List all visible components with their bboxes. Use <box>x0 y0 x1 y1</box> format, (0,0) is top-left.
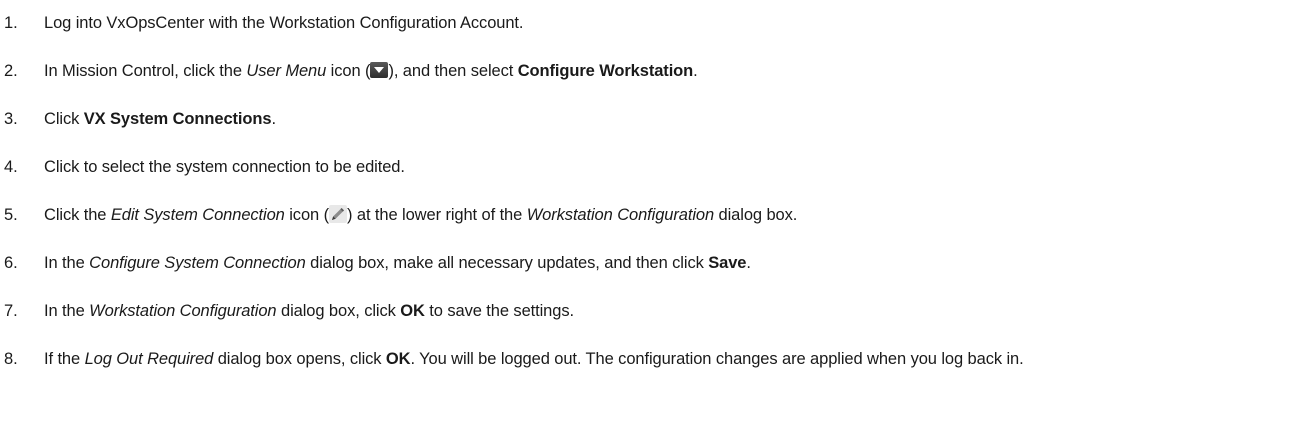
step-text: In the Configure System Connection dialo… <box>44 251 1309 275</box>
text-run: . <box>693 62 698 80</box>
text-run: to save the settings. <box>424 302 574 320</box>
step-text-content: Click to select the system connection to… <box>44 158 405 176</box>
step-text: In Mission Control, click the User Menu … <box>44 59 1309 83</box>
ui-term-edit-system-connection: Edit System Connection <box>110 206 285 224</box>
ui-term-workstation-configuration: Workstation Configuration <box>526 206 715 224</box>
text-run: . You will be logged out. The configurat… <box>410 350 1024 368</box>
text-run: In the <box>44 302 90 320</box>
text-run: In Mission Control, click the <box>44 62 247 80</box>
step-text: Click VX System Connections. <box>44 107 1309 131</box>
step-text: In the Workstation Configuration dialog … <box>44 299 1309 323</box>
step-number: 1. <box>4 14 18 32</box>
text-run: Click <box>44 110 84 128</box>
ui-term-ok: OK <box>400 302 425 320</box>
step-text-content: Log into VxOpsCenter with the Workstatio… <box>44 14 524 32</box>
step-text: Click the Edit System Connection icon ()… <box>44 203 1309 227</box>
text-run: dialog box opens, click <box>213 350 386 368</box>
step-number: 8. <box>4 350 18 368</box>
step-number: 3. <box>4 110 18 128</box>
text-run: In the <box>44 254 90 272</box>
text-run: Click the <box>44 206 111 224</box>
ui-term-ok: OK <box>385 350 411 368</box>
step-number: 6. <box>4 254 18 272</box>
user-menu-dropdown-icon <box>370 62 389 78</box>
text-run: dialog box, make all necessary updates, … <box>305 254 709 272</box>
text-run: If the <box>44 350 85 368</box>
text-run: icon ( <box>284 206 329 224</box>
step-text: Log into VxOpsCenter with the Workstatio… <box>44 11 1309 35</box>
step-number: 2. <box>4 62 18 80</box>
text-run: . <box>746 254 751 272</box>
ui-term-log-out-required: Log Out Required <box>84 350 214 368</box>
pencil-edit-icon <box>328 205 347 223</box>
text-run: dialog box. <box>714 206 798 224</box>
step-number: 5. <box>4 206 18 224</box>
ui-term-configure-system-connection: Configure System Connection <box>89 254 306 272</box>
ui-term-configure-workstation: Configure Workstation <box>517 62 694 80</box>
ui-term-workstation-configuration: Workstation Configuration <box>89 302 277 320</box>
ui-term-user-menu: User Menu <box>246 62 327 80</box>
text-run: dialog box, click <box>276 302 401 320</box>
text-run: . <box>271 110 276 128</box>
step-text: Click to select the system connection to… <box>44 155 1309 179</box>
ui-term-vx-system-connections: VX System Connections <box>83 110 272 128</box>
text-run: ) at the lower right of the <box>346 206 527 224</box>
step-text: If the Log Out Required dialog box opens… <box>44 347 1309 371</box>
ui-term-save: Save <box>708 254 747 272</box>
text-run: icon ( <box>326 62 371 80</box>
text-run: ), and then select <box>388 62 518 80</box>
step-number: 7. <box>4 302 18 320</box>
step-number: 4. <box>4 158 18 176</box>
